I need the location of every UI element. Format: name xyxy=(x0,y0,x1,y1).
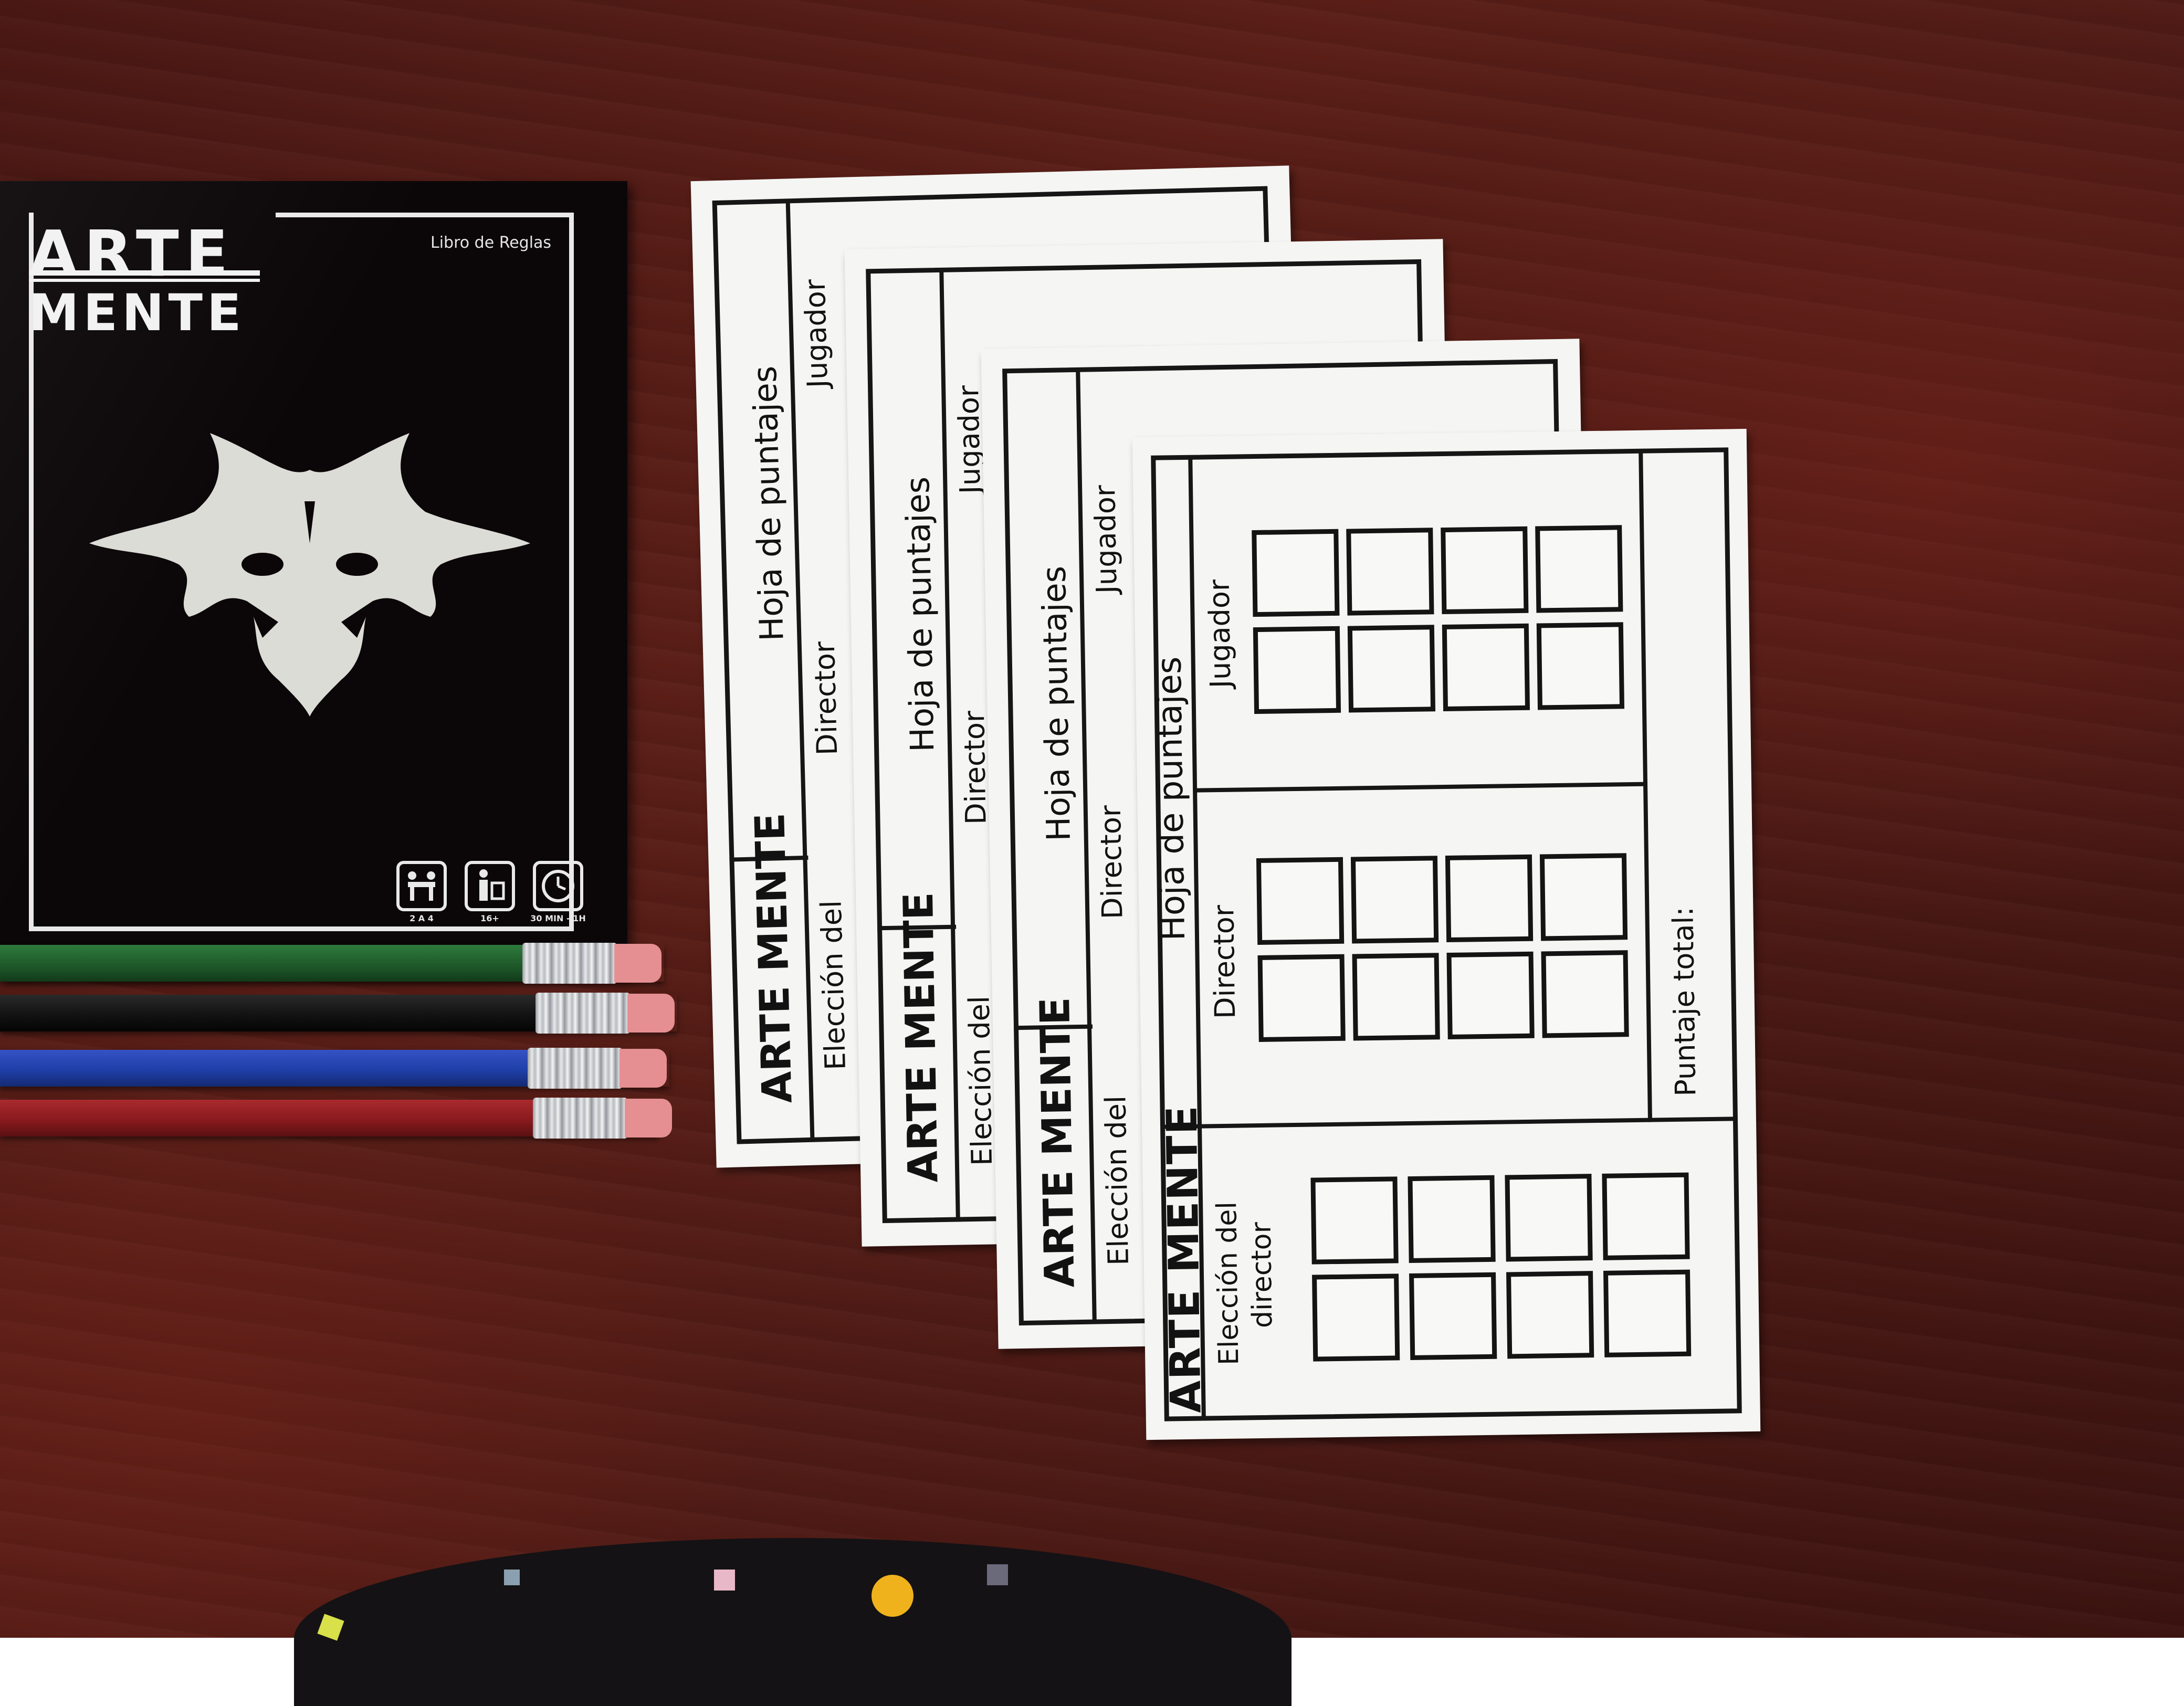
logo-rule xyxy=(29,270,260,276)
player-score-box[interactable] xyxy=(1535,525,1623,613)
pencil-ferrule xyxy=(522,943,617,984)
director-choice-label: Elección del xyxy=(814,900,852,1071)
rulebook: ARTE MENTE Libro de Reglas 2 A 4 16+ 30 … xyxy=(0,181,627,976)
score-sheet-title: Hoja de puntajes xyxy=(1150,656,1193,941)
director-choice-label: Elección del xyxy=(1211,1201,1245,1366)
pencil-body xyxy=(0,945,525,982)
pencil-blue xyxy=(0,1048,669,1089)
pencil-eraser xyxy=(627,994,675,1033)
logo-rule xyxy=(29,279,260,282)
pencil-body xyxy=(0,995,538,1031)
director-choice-box[interactable] xyxy=(1312,1273,1400,1362)
device-glyph xyxy=(872,1575,914,1617)
pencil-ferrule xyxy=(533,1098,627,1139)
inkblot-icon xyxy=(89,433,530,717)
logo-mente: MENTE xyxy=(29,283,246,342)
rulebook-footer-icons: 2 A 4 16+ 30 MIN - 1H xyxy=(396,861,596,923)
director-label: Director xyxy=(1094,805,1129,920)
pencil-black xyxy=(0,993,677,1034)
score-sheet-4: ARTE MENTE Hoja de puntajes Jugador Dire… xyxy=(1132,428,1761,1440)
score-sheet-title: Hoja de puntajes xyxy=(1034,565,1078,842)
director-choice-box[interactable] xyxy=(1602,1172,1690,1260)
device-glyph xyxy=(317,1614,344,1641)
score-sheet-logo: ARTE MENTE xyxy=(747,812,802,1104)
score-sheet-title: Hoja de puntajes xyxy=(898,476,942,753)
pencil-ferrule xyxy=(528,1048,622,1089)
player-score-box[interactable] xyxy=(1252,529,1340,617)
director-label: Director xyxy=(807,641,844,756)
director-choice-label: Elección del xyxy=(1099,1095,1135,1266)
total-score-label: Puntaje total: xyxy=(1666,906,1703,1097)
clock-icon xyxy=(533,861,583,911)
score-sheet-logo: ARTE MENTE xyxy=(1032,996,1084,1288)
pencil-body xyxy=(0,1100,536,1136)
device-glyph xyxy=(714,1570,735,1591)
age-icon xyxy=(465,861,515,911)
pencil-ferrule xyxy=(536,993,630,1034)
director-score-box[interactable] xyxy=(1352,953,1440,1041)
player-score-box[interactable] xyxy=(1536,622,1625,710)
director-score-box[interactable] xyxy=(1256,857,1345,945)
director-choice-label-line2: director xyxy=(1245,1221,1279,1329)
pencil-eraser xyxy=(625,1099,672,1138)
director-score-box[interactable] xyxy=(1350,856,1439,944)
clock-label: 30 MIN - 1H xyxy=(530,913,586,923)
pencil-eraser xyxy=(620,1049,667,1088)
pencil-body xyxy=(0,1050,530,1087)
score-sheet-logo: ARTE MENTE xyxy=(895,891,948,1183)
score-sheet-title: Hoja de puntajes xyxy=(745,365,791,642)
device-glyph xyxy=(987,1564,1008,1585)
director-score-box[interactable] xyxy=(1541,950,1629,1038)
score-sheet-logo: ARTE MENTE xyxy=(1157,1104,1211,1414)
player-score-box[interactable] xyxy=(1442,623,1530,712)
player-score-box[interactable] xyxy=(1346,528,1434,616)
player-label: Jugador xyxy=(798,279,834,388)
director-choice-box[interactable] xyxy=(1603,1269,1692,1357)
director-score-box[interactable] xyxy=(1539,853,1628,941)
director-label: Director xyxy=(1207,904,1242,1019)
pencil-green xyxy=(0,943,664,984)
players-icon xyxy=(396,861,447,911)
director-choice-box[interactable] xyxy=(1505,1174,1593,1262)
player-label: Jugador xyxy=(1202,579,1237,689)
players-label: 2 A 4 xyxy=(410,913,434,923)
director-choice-box[interactable] xyxy=(1310,1176,1399,1265)
pencil-red xyxy=(0,1098,672,1139)
player-score-box[interactable] xyxy=(1441,526,1529,615)
player-label: Jugador xyxy=(1088,485,1124,594)
rulebook-subtitle: Libro de Reglas xyxy=(430,234,552,252)
director-score-box[interactable] xyxy=(1446,951,1535,1039)
director-choice-box[interactable] xyxy=(1409,1272,1497,1361)
pencil-eraser xyxy=(614,944,662,983)
director-score-box[interactable] xyxy=(1445,854,1534,942)
director-choice-box[interactable] xyxy=(1408,1175,1496,1263)
player-score-box[interactable] xyxy=(1347,625,1436,713)
device-glyph xyxy=(504,1570,520,1585)
age-label: 16+ xyxy=(480,913,499,923)
director-choice-box[interactable] xyxy=(1506,1271,1594,1359)
director-score-box[interactable] xyxy=(1257,954,1346,1042)
player-score-box[interactable] xyxy=(1253,626,1341,714)
rulebook-frame-top xyxy=(276,213,570,217)
